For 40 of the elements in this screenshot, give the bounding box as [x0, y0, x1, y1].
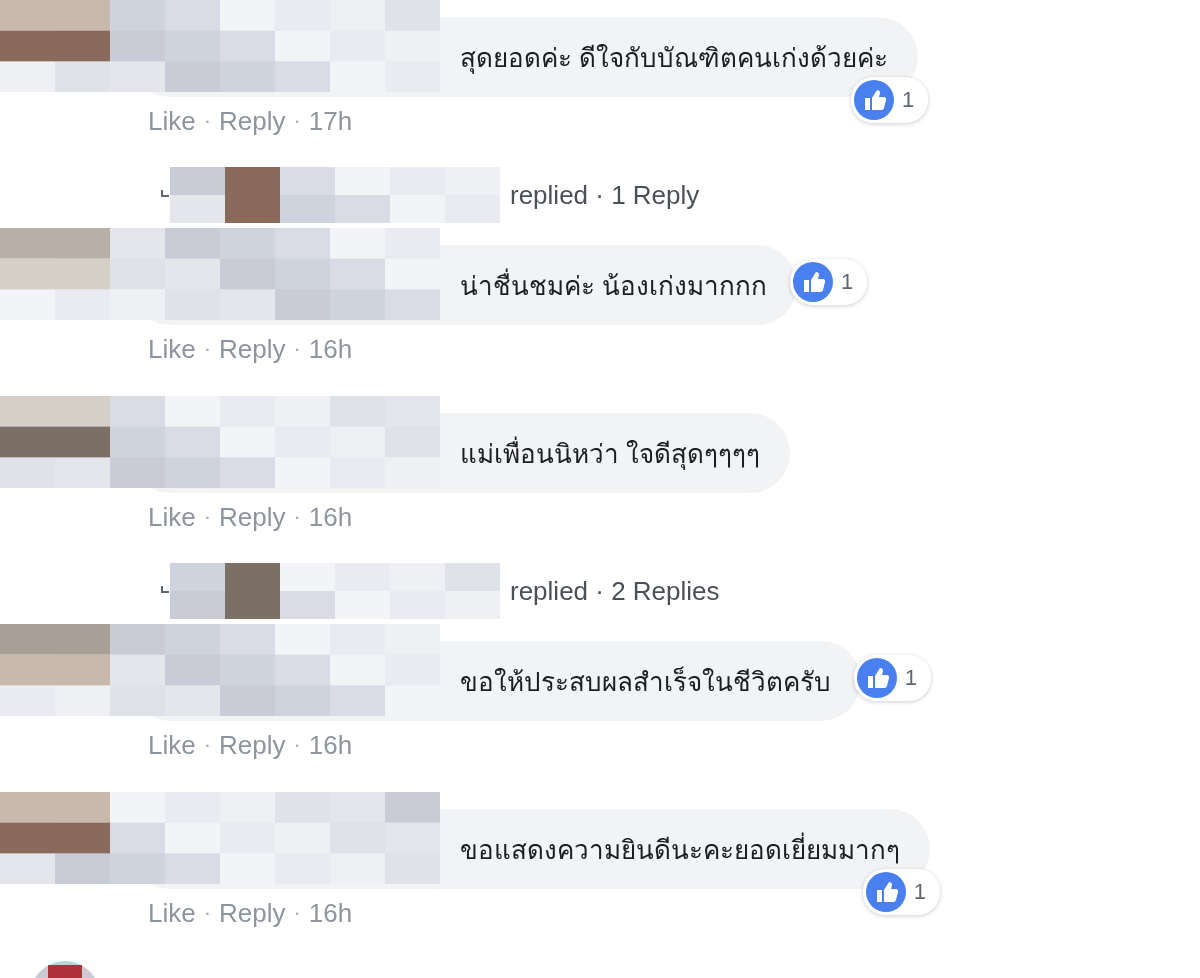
action-link[interactable]: Reply	[219, 105, 286, 137]
comment-text: น่าชื่นชมค่ะ น้องเก่งมากกก	[460, 267, 768, 303]
separator: ·	[203, 900, 212, 926]
timestamp: 16h	[308, 729, 353, 761]
thumbs-up-icon	[856, 658, 897, 698]
separator: ·	[203, 732, 212, 758]
separator: ·	[293, 504, 301, 530]
separator: ·	[203, 108, 212, 134]
separator: ·	[203, 336, 212, 362]
thumbs-up-icon	[854, 80, 894, 120]
action-link[interactable]: Like	[148, 897, 196, 929]
reaction-badge[interactable]: 1	[790, 259, 868, 305]
thumbs-up-icon	[793, 262, 833, 302]
timestamp: 17h	[308, 105, 353, 137]
reaction-badge[interactable]: 1	[853, 655, 931, 701]
action-link[interactable]: Like	[148, 333, 196, 365]
thumbs-up-icon	[865, 872, 906, 912]
comment-text: สุดยอดค่ะ ดีใจกับบัณฑิตคนเก่งด้วยค่ะ	[460, 41, 889, 76]
comment-text: ขอให้ประสบผลสำเร็จในชีวิตครับ	[460, 665, 831, 699]
replies-link[interactable]: replied · 1 Reply	[510, 179, 700, 211]
comment-text: แม่เพื่อนนิหว่า ใจดีสุดๆๆๆๆ	[460, 435, 761, 472]
separator: ·	[293, 336, 301, 362]
reaction-badge[interactable]: 1	[862, 869, 940, 915]
replies-link[interactable]: replied · 2 Replies	[510, 575, 720, 607]
separator: ·	[293, 732, 301, 758]
action-link[interactable]: Reply	[219, 729, 286, 761]
action-link[interactable]: Like	[148, 729, 196, 761]
action-link[interactable]: Reply	[219, 333, 286, 365]
action-link[interactable]: Like	[148, 501, 196, 533]
separator: ·	[293, 108, 301, 134]
separator: ·	[293, 900, 301, 926]
action-link[interactable]: Reply	[219, 501, 286, 533]
action-link[interactable]: Reply	[219, 897, 286, 929]
comment-text: ขอแสดงความยินดีนะคะยอดเยี่ยมมากๆ	[460, 831, 900, 867]
timestamp: 16h	[308, 897, 353, 929]
timestamp: 16h	[308, 501, 353, 533]
timestamp: 16h	[308, 333, 353, 365]
action-link[interactable]: Like	[148, 105, 196, 137]
separator: ·	[203, 504, 212, 530]
reaction-badge[interactable]: 1	[851, 77, 929, 123]
